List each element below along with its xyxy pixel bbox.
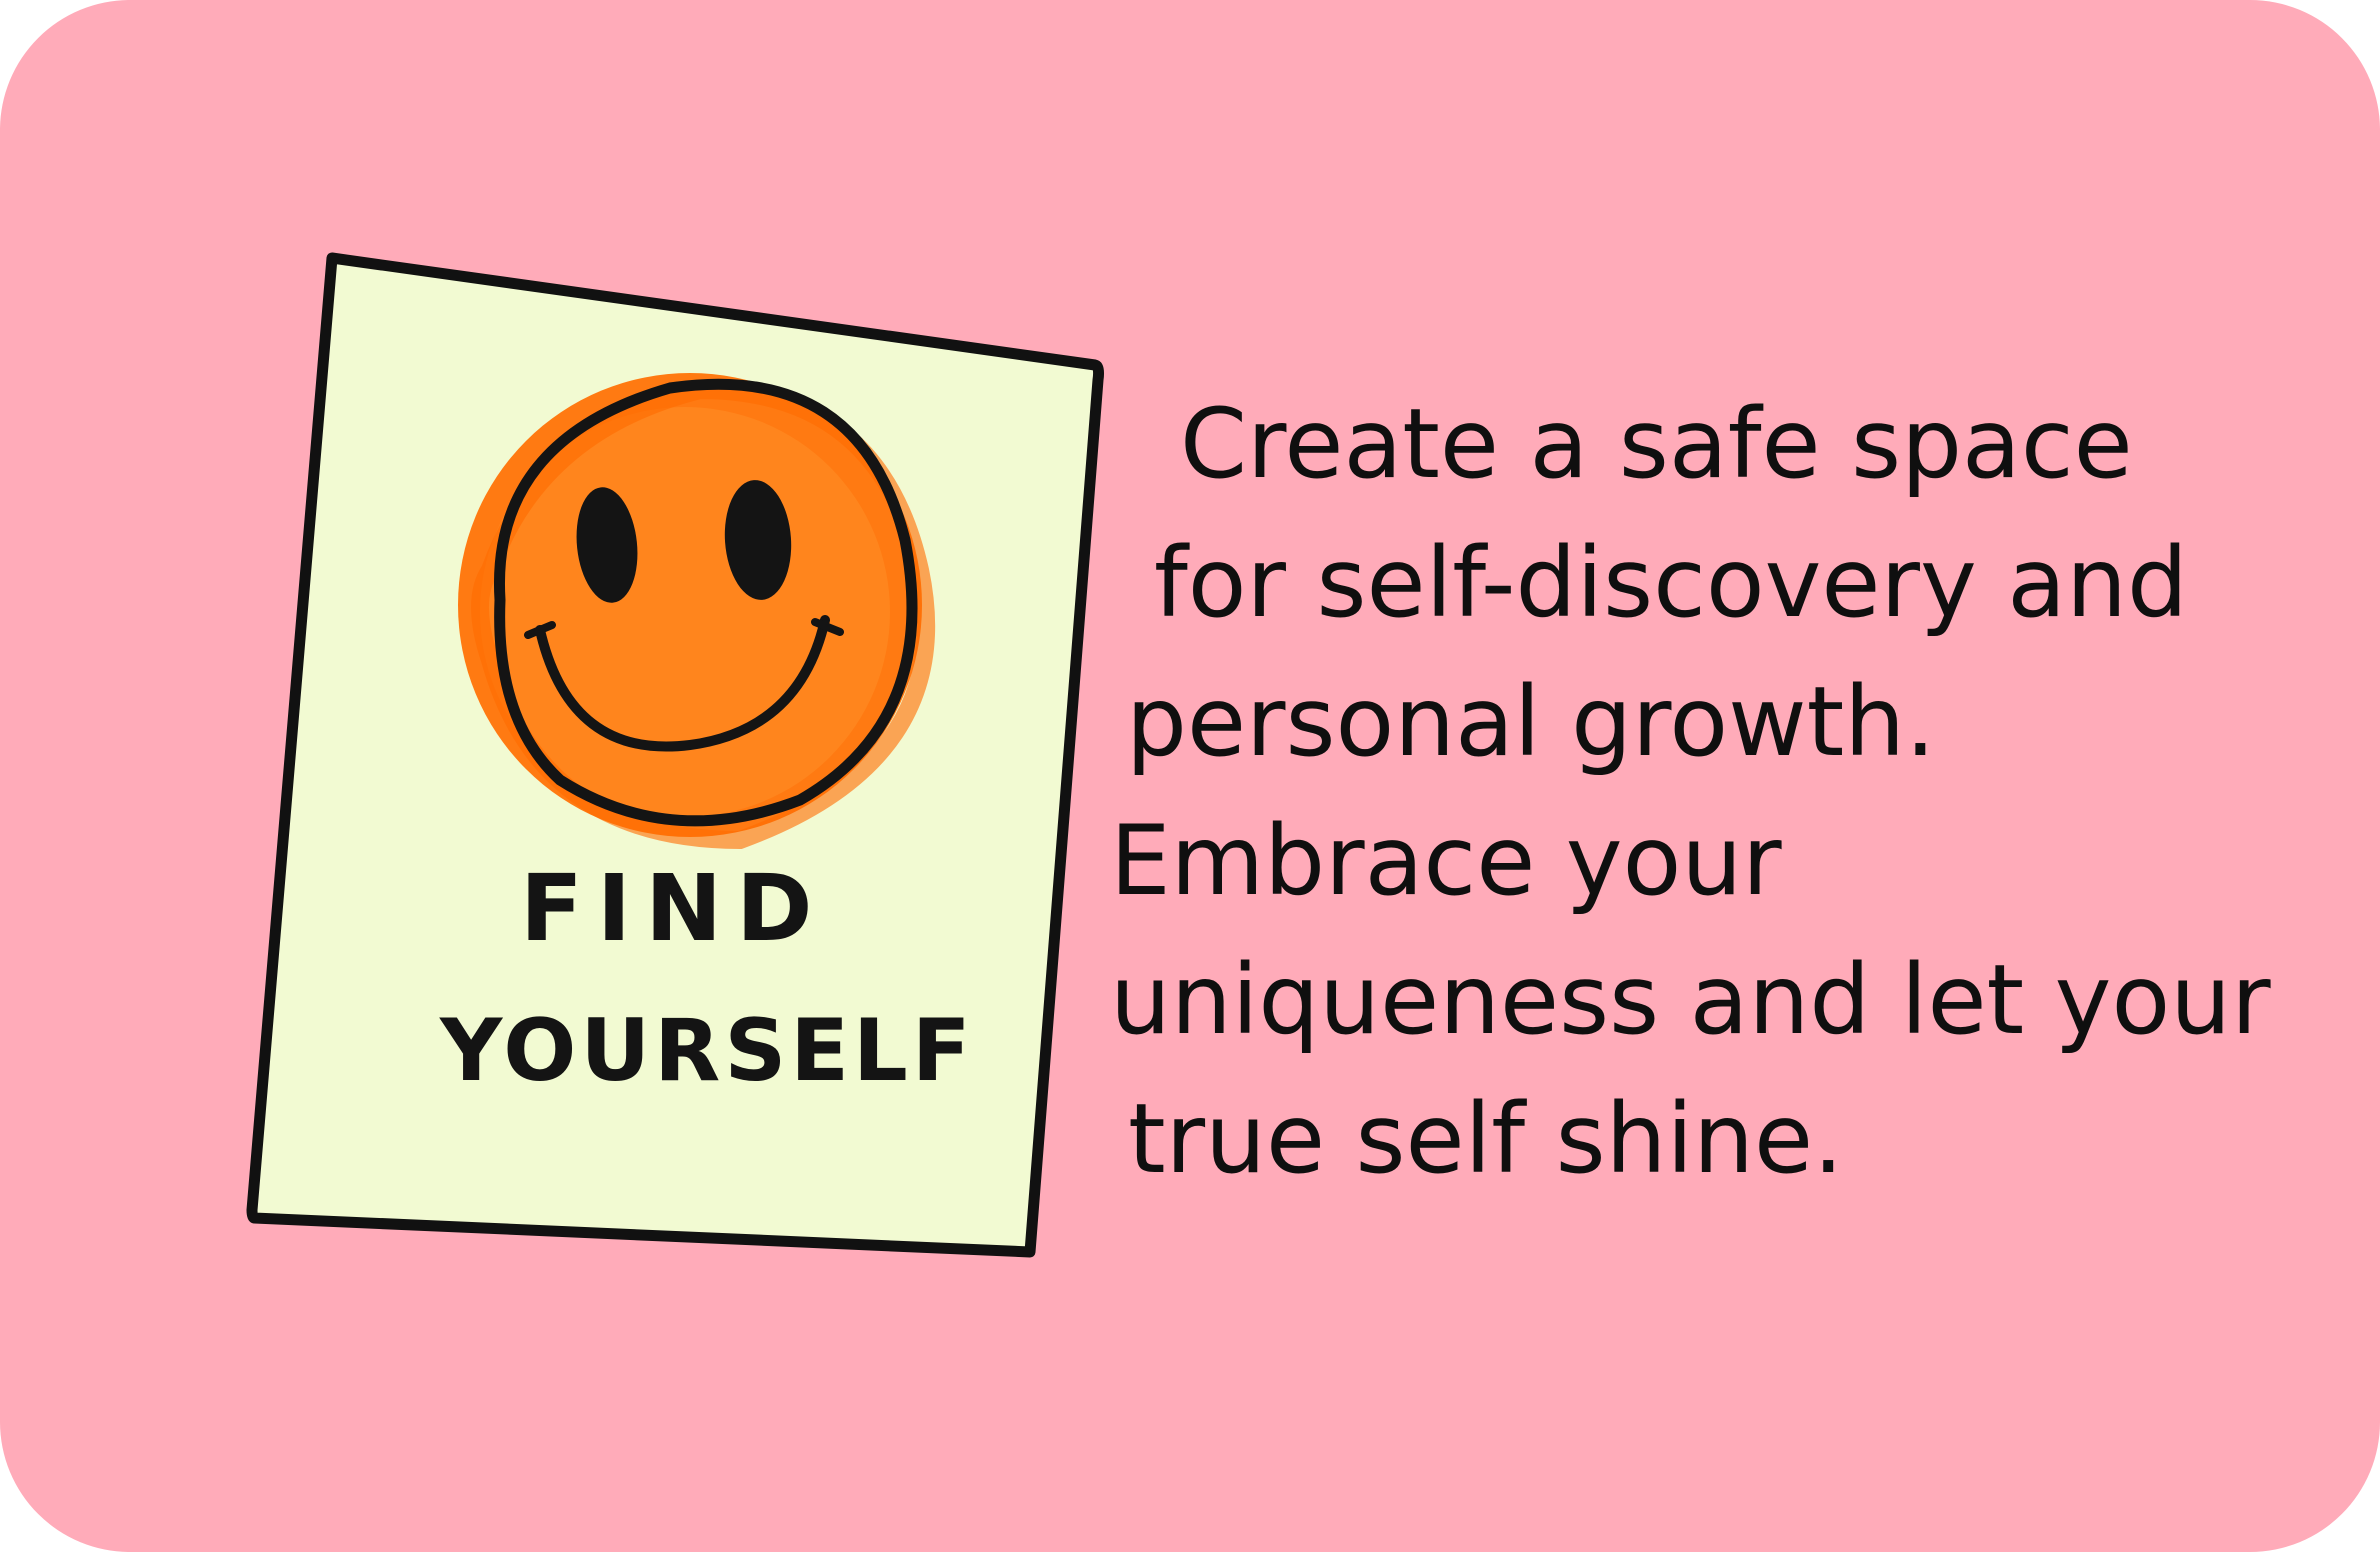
message-line: uniqueness and let your	[1110, 944, 2271, 1056]
message-line: for self-discovery and	[1154, 527, 2188, 639]
sticker-title-line2: YOURSELF	[439, 1001, 975, 1101]
message-line: personal growth.	[1126, 666, 1936, 778]
message-line: Embrace your	[1110, 805, 1782, 917]
smiley-face-icon	[458, 373, 936, 850]
sticker-drawing: FIND YOURSELF	[246, 252, 1105, 1258]
message-line: true self shine.	[1128, 1083, 1844, 1195]
message-line: Create a safe space	[1180, 388, 2133, 500]
find-yourself-sticker: FIND YOURSELF	[240, 240, 1130, 1280]
card: FIND YOURSELF Create a safe space for se…	[0, 0, 2380, 1552]
sticker-title-line1: FIND	[520, 855, 826, 962]
message-text: Create a safe space for self-discovery a…	[1110, 375, 2340, 1209]
